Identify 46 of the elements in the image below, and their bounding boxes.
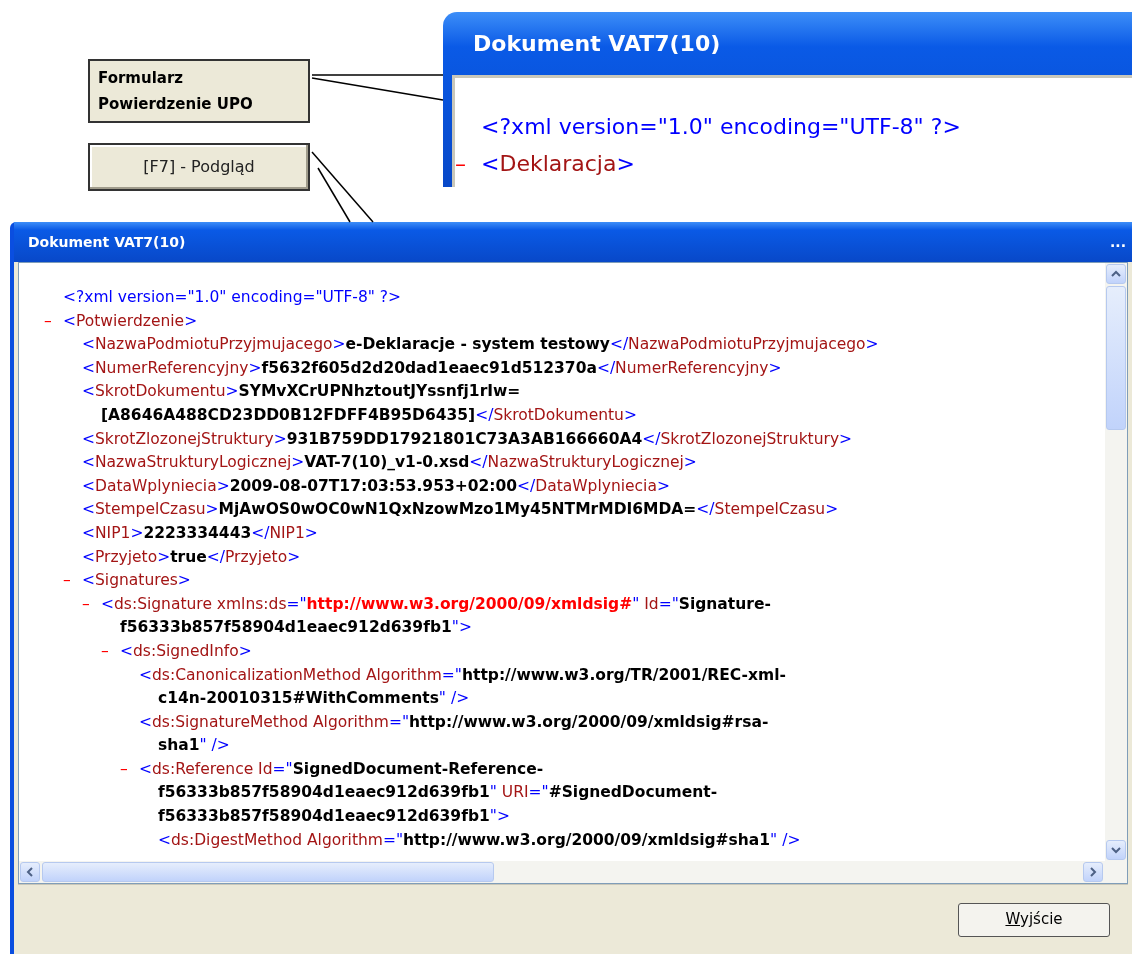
xml-line: f56333b857f58904d1eaec912d639fb1"> <box>120 617 472 639</box>
window-title: Dokument VAT7(10) <box>472 30 722 58</box>
xml-line: sha1" /> <box>158 735 230 757</box>
window-title: Dokument VAT7(10) <box>28 232 186 252</box>
exit-button[interactable]: Wyjście <box>958 902 1110 937</box>
xml-line: <SkrotZlozonejStruktury>931B759DD17921801C73A3AB166660A4</SkrotZlozonejStruktury> <box>82 428 853 450</box>
xml-line: <StempelCzasu>MjAwOS0wOC0wN1QxNzowMzo1My45NTMrMDI6MDA=</StempelCzasu> <box>82 499 839 521</box>
form-label: Formularz Powierdzenie UPO <box>88 59 310 123</box>
scrollbar-thumb[interactable] <box>1106 286 1126 430</box>
xml-line: f56333b857f58904d1eaec912d639fb1" URI="#SignedDocument- <box>158 782 718 804</box>
xml-line: f56333b857f58904d1eaec912d639fb1"> <box>158 806 510 828</box>
xml-line: <DataWplyniecia>2009-08-07T17:03:53.953+02:00</DataWplyniecia> <box>82 475 670 497</box>
xml-line: <?xml version="1.0" encoding="UTF-8" ?> <box>63 287 402 308</box>
scrollbar-thumb[interactable] <box>42 862 494 882</box>
collapse-toggle[interactable]: – <box>44 309 52 334</box>
horizontal-scrollbar[interactable] <box>19 861 1127 883</box>
vertical-scrollbar[interactable] <box>1105 263 1127 861</box>
preview-button[interactable]: [F7] - Podgląd <box>88 143 310 191</box>
xml-line: <ds:Signature xmlns:ds="http://www.w3.org/2000/09/xmldsig#" Id="Signature- <box>101 593 771 615</box>
scroll-down-button[interactable] <box>1106 840 1126 860</box>
scroll-left-button[interactable] <box>20 862 40 882</box>
collapse-toggle[interactable]: – <box>101 639 109 664</box>
xml-line: <NumerReferencyjny>f5632f605d2d20dad1eaec91d512370a</NumerReferencyjny> <box>82 357 782 379</box>
xml-line: <NazwaStrukturyLogicznej>VAT-7(10)_v1-0.xsd</NazwaStrukturyLogicznej> <box>82 452 697 474</box>
xml-line: <ds:SignedInfo> <box>120 640 252 662</box>
xml-line: [A8646A488CD23DD0B12FDFF4B95D6435]</SkrotDokumentu> <box>101 404 637 426</box>
xml-line: <NazwaPodmiotuPrzyjmujacego>e-Deklaracje - system testowy</NazwaPodmiotuPrzyjmujacego> <box>82 334 879 356</box>
title-bar-button[interactable]: ... <box>1110 231 1126 253</box>
xml-line: <NIP1>2223334443</NIP1> <box>82 522 318 544</box>
collapse-toggle[interactable]: – <box>455 145 466 182</box>
xml-line: <SkrotDokumentu>SYMvXCrUPNhztoutJYssnfj1rIw= <box>82 381 521 403</box>
xml-line: <Potwierdzenie> <box>63 310 198 332</box>
collapse-toggle[interactable]: – <box>120 757 128 782</box>
xml-line: <Deklaracja> <box>481 150 635 178</box>
collapse-toggle[interactable]: – <box>82 592 90 617</box>
xml-line: c14n-20010315#WithComments" /> <box>158 688 470 710</box>
xml-line: <ds:Reference Id="SignedDocument-Reference- <box>139 758 544 780</box>
xml-line: <ds:DigestMethod Algorithm="http://www.w3.org/2000/09/xmldsig#sha1" /> <box>158 829 801 851</box>
xml-line: <ds:CanonicalizationMethod Algorithm="http://www.w3.org/TR/2001/REC-xml- <box>139 664 786 686</box>
scroll-right-button[interactable] <box>1083 862 1103 882</box>
xml-line: <ds:SignatureMethod Algorithm="http://www.w3.org/2000/09/xmldsig#rsa- <box>139 711 769 733</box>
xml-line: <Przyjeto>true</Przyjeto> <box>82 546 301 568</box>
xml-line: <?xml version="1.0" encoding="UTF-8" ?> <box>481 113 961 141</box>
collapse-toggle[interactable]: – <box>63 569 71 593</box>
xml-line: <Signatures> <box>82 570 191 592</box>
scroll-up-button[interactable] <box>1106 264 1126 284</box>
